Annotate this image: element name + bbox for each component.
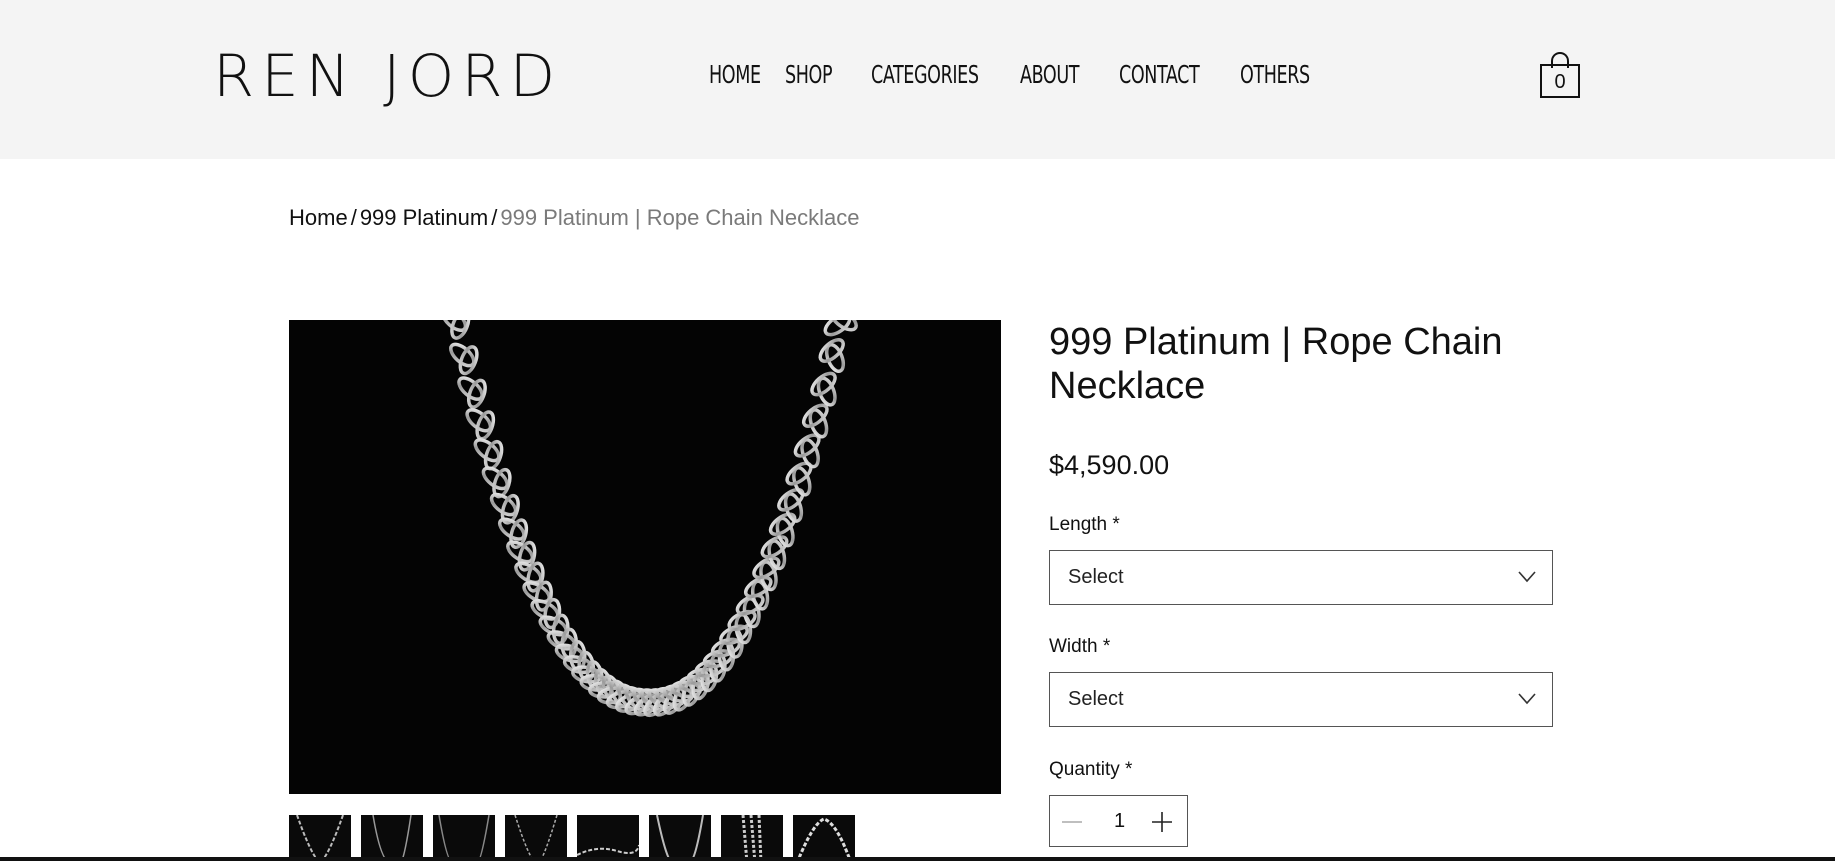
quantity-label: Quantity *: [1049, 759, 1133, 780]
plus-icon[interactable]: [1150, 810, 1174, 834]
product-main-image[interactable]: [289, 320, 1001, 794]
thumbnail-4[interactable]: [505, 815, 567, 861]
thumbnail-strip: [289, 815, 855, 861]
chain-link: [830, 320, 858, 332]
main-nav: HOME SHOP CATEGORIES ABOUT CONTACT OTHER…: [709, 58, 1326, 92]
bottom-edge-bar: [0, 857, 1835, 861]
breadcrumb-separator: /: [491, 205, 498, 230]
brand-logo[interactable]: REN JORD: [213, 43, 562, 109]
length-label: Length *: [1049, 514, 1120, 535]
nav-about[interactable]: ABOUT: [1020, 58, 1100, 92]
width-label: Width *: [1049, 636, 1111, 657]
cart-count: 0: [1554, 71, 1566, 93]
nav-categories[interactable]: CATEGORIES: [871, 58, 990, 92]
thumbnail-7[interactable]: [721, 815, 783, 861]
width-select[interactable]: Select: [1049, 672, 1553, 727]
length-select[interactable]: Select: [1049, 550, 1553, 605]
breadcrumb-category[interactable]: 999 Platinum: [360, 205, 488, 230]
thumbnail-3[interactable]: [433, 815, 495, 861]
thumbnail-1[interactable]: [289, 815, 351, 861]
breadcrumb: Home/999 Platinum/999 Platinum | Rope Ch…: [289, 205, 860, 231]
thumbnail-2[interactable]: [361, 815, 423, 861]
chain-link: [466, 378, 487, 409]
breadcrumb-home[interactable]: Home: [289, 205, 348, 230]
minus-icon[interactable]: [1060, 810, 1084, 834]
chain-link: [483, 439, 504, 471]
width-select-value: Select: [1068, 688, 1124, 710]
product-price: $4,590.00: [1049, 450, 1170, 480]
breadcrumb-current: 999 Platinum | Rope Chain Necklace: [500, 205, 860, 230]
cart-button[interactable]: 0: [1540, 52, 1580, 98]
chain-link: [475, 410, 496, 441]
thumbnail-6[interactable]: [649, 815, 711, 861]
nav-home[interactable]: HOME: [709, 58, 771, 92]
thumbnail-8[interactable]: [793, 815, 855, 861]
chain-link: [458, 345, 479, 376]
rope-chain-necklace-image: [440, 320, 858, 718]
quantity-stepper[interactable]: 1: [1049, 795, 1188, 847]
length-select-value: Select: [1068, 566, 1124, 588]
product-title: 999 Platinum | Rope Chain Necklace: [1049, 321, 1503, 407]
nav-shop[interactable]: SHOP: [785, 58, 855, 92]
site-header: REN JORD HOME SHOP CATEGORIES ABOUT CONT…: [0, 0, 1835, 159]
nav-contact[interactable]: CONTACT: [1119, 58, 1217, 92]
quantity-value[interactable]: 1: [1102, 810, 1137, 833]
thumbnail-5[interactable]: [577, 815, 639, 861]
chevron-down-icon: [1518, 571, 1536, 583]
breadcrumb-separator: /: [350, 205, 357, 230]
nav-others[interactable]: OTHERS: [1240, 58, 1310, 92]
chevron-down-icon: [1518, 693, 1536, 705]
